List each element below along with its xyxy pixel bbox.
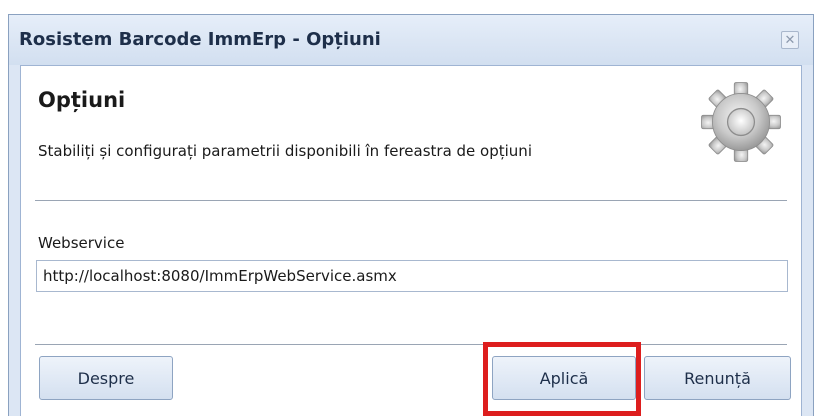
options-dialog: Rosistem Barcode ImmErp - Opțiuni ✕ Opți… <box>8 14 814 416</box>
options-panel: Opțiuni Stabiliți și configurați paramet… <box>20 65 802 416</box>
footer-divider <box>35 344 787 345</box>
webservice-label: Webservice <box>38 234 125 252</box>
page-title: Opțiuni <box>38 88 126 112</box>
webservice-url-input[interactable] <box>36 260 788 292</box>
apply-button[interactable]: Aplică <box>492 356 636 400</box>
gear-icon <box>701 82 781 162</box>
close-button[interactable]: ✕ <box>781 31 799 49</box>
about-button[interactable]: Despre <box>39 356 173 400</box>
close-icon: ✕ <box>784 32 796 48</box>
header-divider <box>35 200 787 201</box>
cancel-button[interactable]: Renunță <box>644 356 791 400</box>
page-description: Stabiliți și configurați parametrii disp… <box>38 142 532 160</box>
title-bar[interactable]: Rosistem Barcode ImmErp - Opțiuni ✕ <box>9 15 813 65</box>
window-title: Rosistem Barcode ImmErp - Opțiuni <box>19 29 381 50</box>
